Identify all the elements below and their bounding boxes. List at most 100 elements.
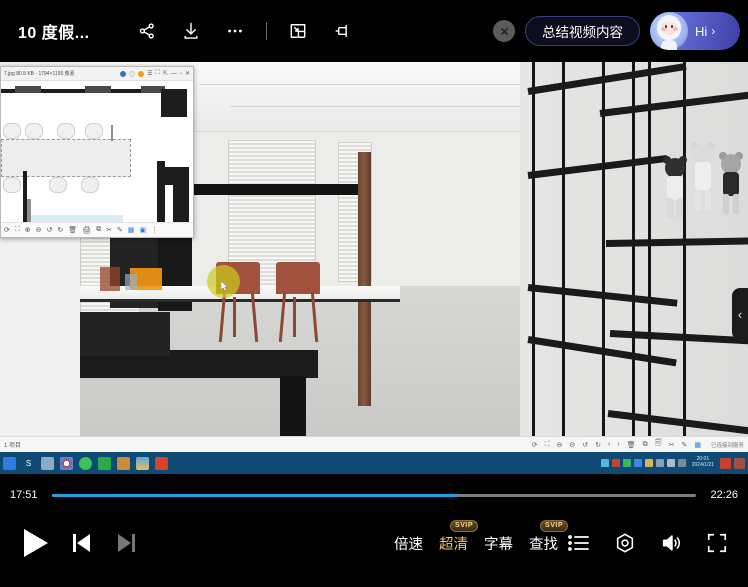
windows-taskbar[interactable]: S <box>0 452 748 474</box>
video-stage[interactable]: 7.jpg 80.5 KB · 1794×1155 像素 ☰ ⛶ ⇱ — ▫ ✕ <box>0 62 748 474</box>
apps-icon[interactable]: ▦ <box>128 226 135 234</box>
user-icon[interactable] <box>120 71 126 77</box>
shelving-unit <box>520 62 748 436</box>
floorplan-fixture-2 <box>85 86 111 93</box>
current-time: 17:51 <box>10 489 44 501</box>
taskbar-start-icon[interactable] <box>3 457 16 470</box>
rotate-icon[interactable]: ⟳ <box>532 441 538 449</box>
copy-icon[interactable]: ⧉ <box>96 226 101 234</box>
vip-icon[interactable] <box>138 71 144 77</box>
tray-extra-icon[interactable] <box>734 458 745 469</box>
cast-icon[interactable] <box>327 16 357 46</box>
fit-icon[interactable]: ⛶ <box>545 441 550 449</box>
maximize-icon[interactable]: ▫ <box>180 71 182 77</box>
tray-app-icon-3[interactable] <box>634 459 642 467</box>
picture-in-picture-icon[interactable] <box>283 16 313 46</box>
share-icon[interactable] <box>132 16 162 46</box>
settings-icon[interactable] <box>612 530 638 556</box>
undo-icon[interactable]: ↺ <box>582 441 588 449</box>
copy-icon[interactable]: ⧉ <box>643 441 648 449</box>
edit-icon[interactable]: ✎ <box>117 226 123 234</box>
photo-viewer-window[interactable]: 7.jpg 80.5 KB · 1794×1155 像素 ☰ ⛶ ⇱ — ▫ ✕ <box>0 66 194 238</box>
control-button-row: 倍速 SVIP 超清 字幕 SVIP 查找 <box>0 512 748 574</box>
previous-episode-button[interactable] <box>62 523 102 563</box>
edit-icon[interactable]: ✎ <box>681 441 687 449</box>
quality-button[interactable]: SVIP 超清 <box>431 533 476 554</box>
tray-weather-icon[interactable] <box>601 459 609 467</box>
scissors-icon[interactable]: ✂ <box>669 441 675 449</box>
taskbar-clock[interactable]: 20:01 2024/1/21 <box>692 457 714 469</box>
taskbar-explorer-icon[interactable] <box>41 457 54 470</box>
fit-icon[interactable]: ⛶ <box>15 226 20 234</box>
circle-icon[interactable] <box>129 71 135 77</box>
shelf-board-3 <box>528 155 668 179</box>
tray-volume-icon[interactable] <box>667 459 675 467</box>
scissors-icon[interactable]: ✂ <box>106 226 112 234</box>
taskbar-pdf-icon[interactable] <box>155 457 168 470</box>
rotate-icon[interactable]: ⟳ <box>4 226 10 234</box>
total-time: 22:26 <box>704 489 738 501</box>
taskbar-folder-icon[interactable] <box>117 457 130 470</box>
search-label: 查找 <box>529 537 558 553</box>
taskbar-app-list[interactable]: S <box>3 457 168 470</box>
duplicate-icon[interactable]: 🗐 <box>655 439 662 450</box>
top-action-group <box>132 16 357 46</box>
playlist-icon[interactable] <box>566 530 592 556</box>
redo-icon[interactable]: ↻ <box>595 441 601 449</box>
photo-viewer-toolbar[interactable]: ⟳ ⛶ ⊕ ⊖ ↺ ↻ 🗑 🖨 ⧉ ✂ ✎ ▦ ▣ ⋮ <box>1 222 193 237</box>
taskbar-excel-icon[interactable] <box>98 457 111 470</box>
taskbar-system-tray[interactable]: 20:01 2024/1/21 <box>601 457 745 469</box>
print-icon[interactable]: 🖨 <box>82 226 91 234</box>
fullscreen-icon[interactable] <box>704 530 730 556</box>
floorplan-canvas[interactable] <box>1 81 193 222</box>
side-drawer-toggle[interactable]: ‹ <box>732 288 748 340</box>
close-button[interactable] <box>493 20 515 42</box>
summarize-video-button[interactable]: 总结视频内容 <box>525 16 640 46</box>
tray-network-icon[interactable] <box>656 459 664 467</box>
more-icon[interactable]: ⋮ <box>151 226 158 234</box>
speed-button[interactable]: 倍速 <box>386 533 431 554</box>
prev-icon[interactable]: ‹ <box>608 441 610 448</box>
close-icon[interactable]: ✕ <box>185 70 190 77</box>
tray-app-icon-2[interactable] <box>623 459 631 467</box>
download-icon[interactable] <box>176 16 206 46</box>
zoom-reset-icon[interactable]: ⊝ <box>569 441 575 449</box>
undo-icon[interactable]: ↺ <box>47 226 53 234</box>
taskbar-search-icon[interactable]: S <box>22 457 35 470</box>
delete-icon[interactable]: 🗑 <box>627 441 636 449</box>
search-button[interactable]: SVIP 查找 <box>521 533 566 554</box>
volume-icon[interactable] <box>658 530 684 556</box>
status-bar-tools[interactable]: ⟳ ⛶ ⊖ ⊝ ↺ ↻ ‹ › 🗑 ⧉ 🗐 ✂ ✎ ▦ <box>532 439 701 450</box>
bearbrick-figure-2 <box>692 144 714 216</box>
fullscreen-icon[interactable]: ⛶ <box>156 70 160 77</box>
next-icon[interactable]: › <box>617 441 619 448</box>
next-episode-button[interactable] <box>106 523 146 563</box>
more-icon[interactable] <box>220 16 250 46</box>
menu-icon[interactable]: ☰ <box>147 70 152 77</box>
taskbar-wechat-icon[interactable] <box>79 457 92 470</box>
zoom-in-icon[interactable]: ⊕ <box>25 226 31 234</box>
photo-viewer-titlebar[interactable]: 7.jpg 80.5 KB · 1794×1155 像素 ☰ ⛶ ⇱ — ▫ ✕ <box>1 67 193 81</box>
floorplan-detail-line <box>111 125 113 141</box>
tray-app-icon-1[interactable] <box>612 459 620 467</box>
redo-icon[interactable]: ↻ <box>57 226 63 234</box>
taskbar-chrome-icon[interactable] <box>60 457 73 470</box>
minimize-icon[interactable]: — <box>171 71 177 77</box>
apps-icon[interactable]: ▦ <box>694 441 701 449</box>
avatar-body <box>661 40 677 50</box>
assistant-hi-button[interactable]: Hi › <box>650 12 740 50</box>
floorplan-wall-right-top <box>161 89 187 117</box>
play-button[interactable] <box>12 520 58 566</box>
subtitle-button[interactable]: 字幕 <box>476 533 521 554</box>
zoom-out-icon[interactable]: ⊖ <box>36 226 42 234</box>
delete-icon[interactable]: 🗑 <box>68 226 77 234</box>
player-controls: 17:51 22:26 <box>0 474 748 587</box>
progress-bar[interactable] <box>52 494 696 497</box>
tray-notification-icon[interactable] <box>720 458 731 469</box>
zoom-out-icon[interactable]: ⊖ <box>557 441 563 449</box>
taskbar-photos-icon[interactable] <box>136 457 149 470</box>
pin-icon[interactable]: ⇱ <box>163 70 168 77</box>
save-icon[interactable]: ▣ <box>139 226 146 234</box>
tray-app-icon-4[interactable] <box>645 459 653 467</box>
tray-input-icon[interactable] <box>678 459 686 467</box>
